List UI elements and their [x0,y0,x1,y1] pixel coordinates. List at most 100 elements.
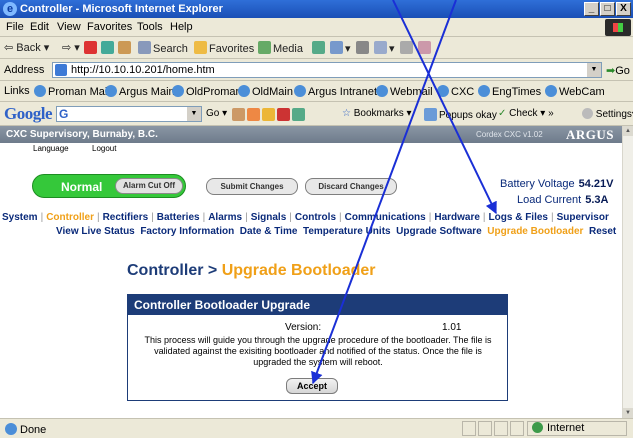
load-current-label: Load Current [517,194,582,206]
check-icon: ✓ [498,108,507,119]
google-search-dropdown-icon[interactable]: ▼ [187,107,201,121]
system-status-pill: Normal Alarm Cut Off [32,174,186,198]
link-item[interactable]: CXC [437,85,474,98]
discard-changes-button[interactable]: Discard Changes [305,178,397,195]
media-button[interactable]: Media [258,41,303,55]
favorites-label: Favorites [209,43,255,55]
link-item[interactable]: OldMain [238,85,293,98]
link-item[interactable]: OldProman [172,85,242,98]
zone-label: Internet [547,422,585,434]
blogger-icon [247,108,260,121]
close-button[interactable]: X [616,2,631,16]
scroll-up-icon[interactable]: ▲ [623,126,633,136]
status-cell [478,421,492,436]
ie-link-icon [238,85,250,97]
settings-button[interactable]: Settings▾ [582,108,633,120]
settings-label: Settings [595,109,632,120]
google-logo[interactable]: Google [4,104,53,124]
link-label: WebCam [559,86,605,98]
nav-controller[interactable]: Controller [46,212,94,223]
link-item[interactable]: Argus Intranet [294,85,377,98]
menu-help[interactable]: Help [170,21,193,33]
stop-icon[interactable] [84,41,99,55]
menu-bar: File Edit View Favorites Tools Help [0,18,633,37]
nav-reset[interactable]: Reset [589,226,616,237]
submit-changes-button[interactable]: Submit Changes [206,178,298,195]
nav-view-live-status[interactable]: View Live Status [56,226,135,237]
nav-batteries[interactable]: Batteries [157,212,200,223]
nav-temperature-units[interactable]: Temperature Units [303,226,391,237]
nav-upgrade-bootloader[interactable]: Upgrade Bootloader [487,226,583,237]
ie-link-icon [34,85,46,97]
refresh-icon[interactable] [101,41,116,55]
more-chevron-icon[interactable]: » [548,108,554,119]
alarm-cut-off-button[interactable]: Alarm Cut Off [115,178,183,194]
link-label: Webmail [390,86,433,98]
popups-button[interactable]: Popups okay [424,108,497,121]
home-icon[interactable] [118,41,133,55]
language-link[interactable]: Language [33,144,69,153]
messenger-icon[interactable] [418,41,433,55]
vertical-scrollbar[interactable]: ▲ ▼ [622,126,633,418]
status-cell [462,421,476,436]
back-button[interactable]: ⇦ Back ▾ [4,41,49,54]
nav-date-time[interactable]: Date & Time [240,226,298,237]
edit-icon[interactable]: ▾ [374,41,395,55]
nav-controls[interactable]: Controls [295,212,336,223]
back-label: Back [16,42,41,54]
menu-view[interactable]: View [57,21,81,33]
favorites-button[interactable]: Favorites [194,41,254,55]
menu-favorites[interactable]: Favorites [87,21,132,33]
nav-alarms[interactable]: Alarms [208,212,242,223]
nav-upgrade-software[interactable]: Upgrade Software [396,226,482,237]
link-item[interactable]: EngTimes [478,85,541,98]
logout-link[interactable]: Logout [92,144,116,153]
standard-toolbar: ⇦ Back ▾ ⇨ ▾ Search Favorites Media ▾ ▾ [0,37,633,59]
link-item[interactable]: Proman Main [34,85,113,98]
nav-rectifiers[interactable]: Rectifiers [103,212,149,223]
menu-edit[interactable]: Edit [30,21,49,33]
google-tool-icons[interactable] [232,108,307,121]
address-dropdown-icon[interactable]: ▼ [587,63,601,77]
print-icon[interactable] [356,41,371,55]
mail-icon[interactable]: ▾ [330,41,351,55]
spellcheck-button[interactable]: ✓ Check ▾ » [498,108,554,119]
address-label: Address [4,64,45,76]
accept-button[interactable]: Accept [286,378,338,394]
check-label: Check [509,108,538,119]
search-button[interactable]: Search [138,41,188,55]
link-item[interactable]: Argus Main [105,85,175,98]
windows-logo-icon [605,19,631,36]
nav-signals[interactable]: Signals [251,212,287,223]
forward-button[interactable]: ⇨ ▾ [62,41,80,54]
link-item[interactable]: WebCam [545,85,605,98]
ie-link-icon [172,85,184,97]
ie-link-icon [545,85,557,97]
menu-file[interactable]: File [6,21,24,33]
window-title-bar[interactable]: e Controller - Microsoft Internet Explor… [0,0,633,18]
address-input[interactable]: http://10.10.10.201/home.htm ▼ [52,62,602,78]
nav-supervisor[interactable]: Supervisor [557,212,609,223]
nav-system[interactable]: System [2,212,38,223]
google-go-button[interactable]: Go ▾ [206,108,227,119]
minimize-button[interactable]: _ [584,2,599,16]
nav-hardware[interactable]: Hardware [434,212,480,223]
status-cell [510,421,524,436]
discuss-icon[interactable] [400,41,415,55]
nav-logs-files[interactable]: Logs & Files [489,212,548,223]
bookmarks-button[interactable]: ☆ Bookmarks ▾ [342,108,412,119]
link-label: Proman Main [48,86,114,98]
pagerank-icon [232,108,245,121]
nav-communications[interactable]: Communications [345,212,426,223]
go-button[interactable]: ➡Go [606,64,630,77]
history-icon[interactable] [312,41,327,55]
nav-factory-information[interactable]: Factory Information [140,226,234,237]
star-icon: ☆ [342,108,351,119]
maximize-button[interactable]: □ [600,2,615,16]
scroll-down-icon[interactable]: ▼ [623,408,633,418]
page-title-highlight: Upgrade Bootloader [221,262,376,279]
link-item[interactable]: Webmail [376,85,433,98]
google-search-input[interactable]: G ▼ [56,106,202,122]
menu-tools[interactable]: Tools [137,21,163,33]
link-label: EngTimes [492,86,542,98]
